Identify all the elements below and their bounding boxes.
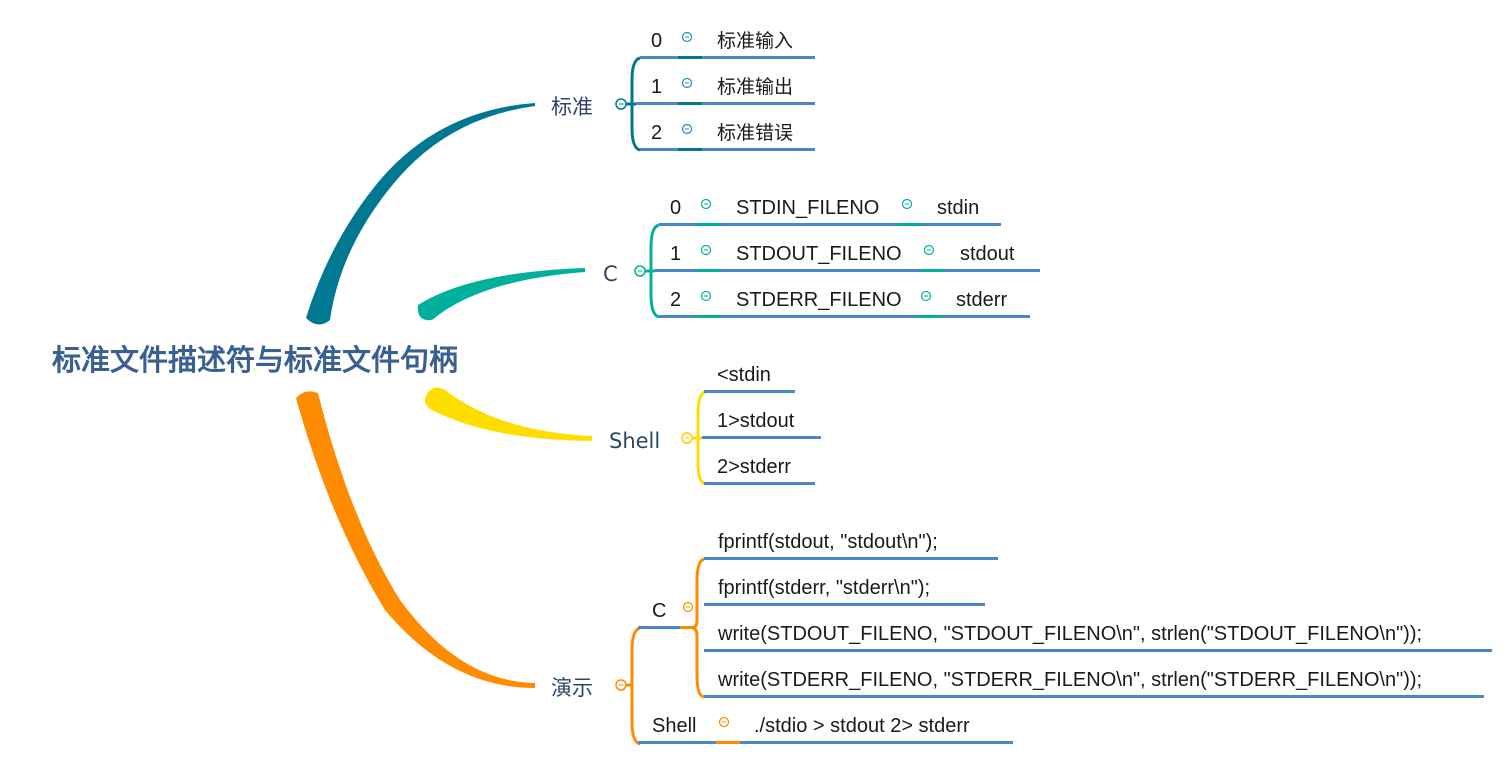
topic-c[interactable]: C xyxy=(603,262,618,286)
fd-number: 0 xyxy=(670,197,681,219)
topic-shell[interactable]: Shell xyxy=(609,429,660,453)
code-text: fprintf(stdout, "stdout\n"); xyxy=(718,531,938,553)
topic-standard[interactable]: 标准 xyxy=(551,95,593,119)
redirect-item: 1>stdout xyxy=(717,410,795,432)
row-shell-1[interactable]: 1>stdout xyxy=(702,410,821,439)
collapse-toggle-shell[interactable] xyxy=(681,432,693,444)
demo-shell-label: Shell xyxy=(652,715,696,737)
bracket-demo xyxy=(630,626,641,746)
code-line-0[interactable]: fprintf(stdout, "stdout\n"); xyxy=(704,531,998,560)
code-line-2[interactable]: write(STDOUT_FILENO, "STDOUT_FILENO\n", … xyxy=(704,623,1492,652)
fd-number: 1 xyxy=(651,76,662,98)
row-standard-2[interactable]: 2 标准错误 xyxy=(640,122,815,151)
fd-number: 0 xyxy=(651,30,662,52)
macro-name: STDIN_FILENO xyxy=(736,197,879,219)
file-handle: stdout xyxy=(960,243,1015,265)
shell-command: ./stdio > stdout 2> stderr xyxy=(754,715,970,737)
fd-number: 1 xyxy=(670,243,681,265)
branch-connector-c xyxy=(417,268,585,321)
mind-map-canvas: 标准文件描述符与标准文件句柄 标准 0 标准输入 1 标准输出 2 标准错误 C xyxy=(52,30,1492,746)
redirect-item: <stdin xyxy=(717,364,771,386)
topic-demo-shell[interactable]: Shell xyxy=(652,715,696,737)
branch-connector-shell xyxy=(424,387,592,441)
row-c-0[interactable]: 0 STDIN_FILENO stdin xyxy=(659,197,1001,226)
collapse-toggle-c[interactable] xyxy=(634,265,646,277)
code-line-1[interactable]: fprintf(stderr, "stderr\n"); xyxy=(704,577,985,606)
row-standard-0[interactable]: 0 标准输入 xyxy=(640,30,815,59)
collapse-toggle-demo-shell[interactable] xyxy=(718,716,730,728)
row-c-2[interactable]: 2 STDERR_FILENO stderr xyxy=(659,289,1030,318)
macro-name: STDERR_FILENO xyxy=(736,289,902,311)
collapse-toggle-demo[interactable] xyxy=(615,679,627,691)
code-text: fprintf(stderr, "stderr\n"); xyxy=(718,577,930,599)
file-handle: stderr xyxy=(956,289,1007,311)
code-line-3[interactable]: write(STDERR_FILENO, "STDERR_FILENO\n", … xyxy=(704,669,1484,698)
collapse-toggle-standard[interactable] xyxy=(615,98,627,110)
branch-connector-standard xyxy=(306,103,535,325)
fd-name: 标准错误 xyxy=(717,122,793,144)
demo-c-label: C xyxy=(652,600,666,622)
fd-number: 2 xyxy=(651,122,662,144)
fd-name: 标准输入 xyxy=(717,30,793,52)
code-text: write(STDOUT_FILENO, "STDOUT_FILENO\n", … xyxy=(717,623,1422,645)
branch-connector-demo xyxy=(296,391,535,688)
topic-demo[interactable]: 演示 xyxy=(551,676,593,700)
file-handle: stdin xyxy=(937,197,979,219)
bracket-demo-c xyxy=(691,557,705,699)
fd-name: 标准输出 xyxy=(717,76,793,98)
fd-number: 2 xyxy=(670,289,681,311)
row-shell-2[interactable]: 2>stderr xyxy=(704,456,815,485)
row-shell-0[interactable]: <stdin xyxy=(704,364,795,393)
redirect-item: 2>stderr xyxy=(717,456,791,478)
row-c-1[interactable]: 1 STDOUT_FILENO stdout xyxy=(655,243,1040,272)
macro-name: STDOUT_FILENO xyxy=(736,243,902,265)
collapse-toggle-demo-c[interactable] xyxy=(682,601,694,613)
row-standard-1[interactable]: 1 标准输出 xyxy=(636,76,815,105)
root-topic[interactable]: 标准文件描述符与标准文件句柄 xyxy=(52,343,458,377)
code-text: write(STDERR_FILENO, "STDERR_FILENO\n", … xyxy=(717,669,1422,691)
